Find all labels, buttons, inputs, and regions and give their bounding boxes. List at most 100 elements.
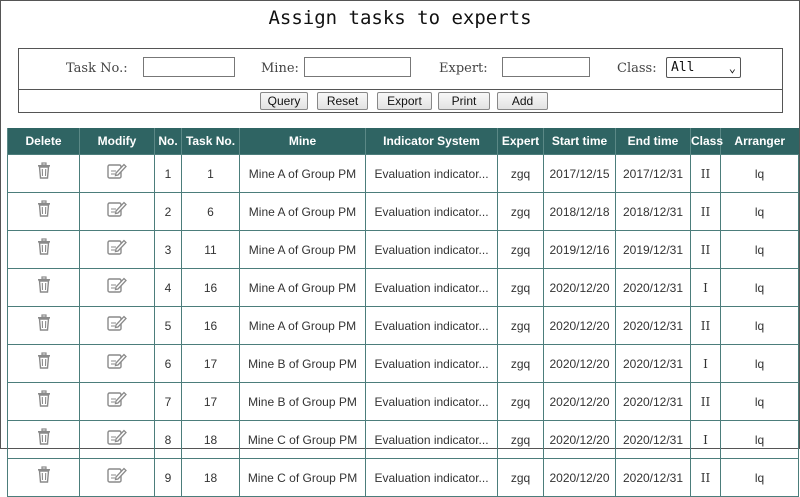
class-label: Class: [617,61,657,76]
delete-cell [8,269,80,307]
table-row[interactable]: 818Mine C of Group PMEvaluation indicato… [8,421,799,459]
trash-icon[interactable] [36,277,52,291]
table-row[interactable]: 717Mine B of Group PMEvaluation indicato… [8,383,799,421]
table-row[interactable]: 617Mine B of Group PMEvaluation indicato… [8,345,799,383]
add-button[interactable]: Add [497,92,548,110]
cell-arranger: lq [721,345,799,383]
cell-indicator: Evaluation indicator... [366,155,498,193]
cell-mine: Mine C of Group PM [240,459,366,497]
cell-mine: Mine A of Group PM [240,231,366,269]
cell-task-no: 1 [182,155,240,193]
cell-start-time: 2020/12/20 [544,459,616,497]
edit-icon[interactable] [107,315,127,329]
col-class[interactable]: Class [691,128,721,155]
cell-arranger: lq [721,269,799,307]
modify-cell [80,269,155,307]
edit-icon[interactable] [107,277,127,291]
cell-class: I [691,345,721,383]
trash-icon[interactable] [36,429,52,443]
trash-icon[interactable] [36,239,52,253]
query-button[interactable]: Query [260,92,308,110]
cell-expert: zgq [498,345,544,383]
col-expert[interactable]: Expert [498,128,544,155]
table-row[interactable]: 11Mine A of Group PMEvaluation indicator… [8,155,799,193]
modify-cell [80,307,155,345]
table-row[interactable]: 416Mine A of Group PMEvaluation indicato… [8,269,799,307]
cell-indicator: Evaluation indicator... [366,269,498,307]
edit-icon[interactable] [107,163,127,177]
modify-cell [80,383,155,421]
expert-label: Expert: [439,61,488,76]
reset-button[interactable]: Reset [317,92,368,110]
table-row[interactable]: 918Mine C of Group PMEvaluation indicato… [8,459,799,497]
col-task-no[interactable]: Task No. [182,128,240,155]
cell-arranger: lq [721,307,799,345]
cell-no: 2 [155,193,182,231]
col-start-time[interactable]: Start time [544,128,616,155]
delete-cell [8,231,80,269]
edit-icon[interactable] [107,429,127,443]
delete-cell [8,307,80,345]
cell-task-no: 18 [182,421,240,459]
col-arranger[interactable]: Arranger [721,128,799,155]
trash-icon[interactable] [36,201,52,215]
cell-no: 7 [155,383,182,421]
cell-no: 1 [155,155,182,193]
col-no[interactable]: No. [155,128,182,155]
cell-end-time: 2018/12/31 [616,193,691,231]
cell-no: 5 [155,307,182,345]
chevron-down-icon: ⌄ [729,59,736,78]
trash-icon[interactable] [36,163,52,177]
task-no-input[interactable] [143,57,235,77]
cell-no: 9 [155,459,182,497]
class-select[interactable]: All ⌄ [666,57,741,78]
cell-mine: Mine A of Group PM [240,307,366,345]
cell-task-no: 17 [182,345,240,383]
cell-arranger: lq [721,193,799,231]
cell-start-time: 2017/12/15 [544,155,616,193]
task-table: Delete Modify No. Task No. Mine Indicato… [7,128,799,497]
modify-cell [80,231,155,269]
cell-task-no: 6 [182,193,240,231]
cell-class: II [691,459,721,497]
edit-icon[interactable] [107,391,127,405]
edit-icon[interactable] [107,201,127,215]
cell-arranger: lq [721,155,799,193]
trash-icon[interactable] [36,315,52,329]
cell-expert: zgq [498,383,544,421]
cell-end-time: 2020/12/31 [616,459,691,497]
modify-cell [80,193,155,231]
cell-end-time: 2020/12/31 [616,383,691,421]
edit-icon[interactable] [107,353,127,367]
delete-cell [8,193,80,231]
table-header-row: Delete Modify No. Task No. Mine Indicato… [8,128,799,155]
cell-no: 4 [155,269,182,307]
col-mine[interactable]: Mine [240,128,366,155]
table-row[interactable]: 26Mine A of Group PMEvaluation indicator… [8,193,799,231]
edit-icon[interactable] [107,239,127,253]
export-button[interactable]: Export [377,92,432,110]
edit-icon[interactable] [107,467,127,481]
table-row[interactable]: 311Mine A of Group PMEvaluation indicato… [8,231,799,269]
trash-icon[interactable] [36,353,52,367]
trash-icon[interactable] [36,467,52,481]
cell-end-time: 2017/12/31 [616,155,691,193]
print-button[interactable]: Print [438,92,490,110]
cell-start-time: 2019/12/16 [544,231,616,269]
cell-indicator: Evaluation indicator... [366,383,498,421]
mine-input[interactable] [304,57,411,77]
class-select-value: All [671,60,694,75]
cell-no: 8 [155,421,182,459]
trash-icon[interactable] [36,391,52,405]
cell-class: I [691,269,721,307]
cell-no: 6 [155,345,182,383]
col-delete: Delete [8,128,80,155]
col-end-time[interactable]: End time [616,128,691,155]
col-indicator[interactable]: Indicator System [366,128,498,155]
cell-class: I [691,421,721,459]
cell-class: II [691,383,721,421]
cell-start-time: 2020/12/20 [544,345,616,383]
table-row[interactable]: 516Mine A of Group PMEvaluation indicato… [8,307,799,345]
expert-input[interactable] [502,57,590,77]
table-body: 11Mine A of Group PMEvaluation indicator… [8,155,799,497]
